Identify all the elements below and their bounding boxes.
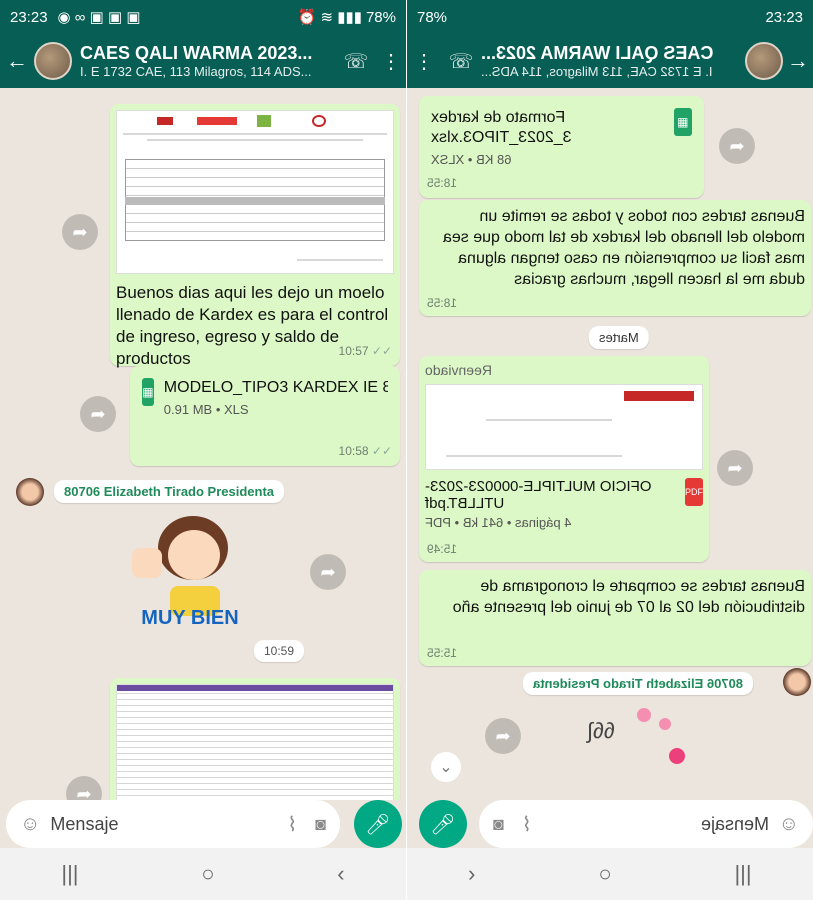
text-message[interactable]: Buenas tardes con todos y todas se remit… [419, 200, 811, 316]
file-meta: 0.91 MB • XLS [163, 402, 249, 417]
forward-icon[interactable]: ➦ [485, 718, 521, 754]
forwarded-label: Reenviado [425, 362, 492, 378]
xls-file-icon: ▦ [142, 378, 154, 406]
group-avatar[interactable] [34, 42, 72, 80]
message-text: Buenas tardes se comparte el cronograma … [452, 578, 805, 616]
sticker-time: 10:59 [254, 640, 305, 662]
back-arrow-icon[interactable]: ← [0, 48, 34, 74]
emoji-icon[interactable]: ☺ [20, 813, 40, 836]
image-message[interactable] [110, 678, 400, 800]
image-message[interactable]: Buenos dias aqui les dejo un moelo llena… [110, 104, 400, 368]
signal-icons: ⏰ ≋ ▮▮▮ [297, 9, 362, 26]
chat-subtitle: I. E 1732 CAE, 113 Milagros, 114 ADS... [481, 64, 713, 79]
forward-icon[interactable]: ➦ [717, 450, 753, 486]
status-bar: 78% 23:23 [407, 0, 813, 34]
sender-name-tag[interactable]: 80706 Elizabeth Tirado Presidenta [54, 480, 285, 503]
mic-icon: 🎤︎ [430, 813, 456, 836]
sender-avatar[interactable] [783, 668, 811, 696]
message-time: 10:58 [338, 444, 369, 458]
read-ticks-icon: ✓✓ [371, 444, 392, 458]
chat-title-block[interactable]: CAES QALI WARMA 2023... I. E 1732 CAE, 1… [80, 43, 336, 79]
back-icon[interactable]: ‹ [337, 861, 344, 887]
message-composer[interactable]: ◙ ⌇ Mensaje ☺ [479, 800, 813, 848]
chat-title: CAES QALI WARMA 2023... [481, 43, 714, 63]
battery-level: 78% [365, 8, 396, 26]
back-icon[interactable]: ‹ [468, 861, 475, 887]
scroll-down-icon[interactable]: ⌄ [431, 752, 461, 782]
message-time: 15:49 [427, 542, 458, 556]
read-ticks-icon: ✓✓ [371, 344, 392, 358]
notification-icons: ◉ ∞ ▣ ▣ ▣ [57, 9, 141, 26]
home-icon[interactable]: ○ [598, 861, 611, 887]
xls-file-icon: ▦ [673, 108, 692, 136]
battery-level: 78% [417, 8, 448, 26]
message-time: 18:55 [427, 296, 458, 310]
sender-avatar[interactable] [16, 478, 44, 506]
file-message[interactable]: ▦ MODELO_TIPO3 KARDEX IE 81024 MIGUEL GR… [130, 366, 400, 466]
left-screen: 23:23 ◉ ∞ ▣ ▣ ▣ ⏰ ≋ ▮▮▮ 78% ← CAES QALI … [0, 0, 406, 900]
message-text: Buenas tardes con todos y todas se remit… [442, 208, 805, 288]
attach-icon[interactable]: ⌇ [522, 812, 532, 837]
file-meta: 4 páginas • 641 kB • PDF [425, 515, 572, 530]
kardex-preview-image[interactable] [116, 110, 394, 274]
camera-icon[interactable]: ◙ [315, 814, 326, 835]
text-message[interactable]: Buenas tardes se comparte el cronograma … [419, 570, 811, 666]
forward-icon[interactable]: ➦ [310, 554, 346, 590]
sticker-caption: MUY BIEN [141, 607, 239, 629]
group-avatar[interactable] [745, 42, 783, 80]
forward-icon[interactable]: ➦ [62, 214, 98, 250]
forwarded-file-message[interactable]: Reenviado OFICIO MULTIPLE-000023-2023-UT… [419, 356, 709, 562]
file-meta: 68 KB • XLSX [431, 152, 512, 167]
message-list[interactable]: Buenos dias aqui les dejo un moelo llena… [0, 88, 406, 800]
recent-apps-icon[interactable]: ||| [61, 861, 78, 887]
chat-header[interactable]: ← CAES QALI WARMA 2023... I. E 1732 CAE,… [0, 34, 406, 88]
forward-icon[interactable]: ➦ [66, 776, 102, 800]
mic-icon: 🎤︎ [365, 813, 391, 836]
spreadsheet-preview-image[interactable] [116, 684, 394, 800]
more-options-icon[interactable]: ⋮ [407, 49, 441, 74]
more-options-icon[interactable]: ⋮ [376, 49, 406, 74]
emoji-icon[interactable]: ☺ [779, 813, 799, 836]
file-name: Formato de kardex 3_2023_TIPO3.xlsx [431, 109, 572, 146]
chat-title-block[interactable]: CAES QALI WARMA 2023... I. E 1732 CAE, 1… [481, 43, 737, 79]
chat-subtitle: I. E 1732 CAE, 113 Milagros, 114 ADS... [80, 64, 312, 79]
add-call-icon[interactable]: ☏ [336, 49, 376, 74]
back-arrow-icon[interactable]: → [783, 48, 813, 74]
status-time: 23:23 [765, 8, 803, 26]
add-call-icon[interactable]: ☏ [441, 49, 481, 74]
message-input[interactable]: Mensaje [701, 814, 769, 835]
message-time: 18:55 [427, 176, 458, 190]
android-nav-bar: ||| ○ ‹ [0, 848, 406, 900]
recent-apps-icon[interactable]: ||| [734, 861, 751, 887]
status-time: 23:23 [10, 8, 48, 26]
mic-button[interactable]: 🎤︎ [419, 800, 467, 848]
message-composer[interactable]: ☺ Mensaje ⌇ ◙ [6, 800, 340, 848]
sticker-flowers[interactable]: ∫∂∂ [577, 698, 707, 788]
status-bar: 23:23 ◉ ∞ ▣ ▣ ▣ ⏰ ≋ ▮▮▮ 78% [0, 0, 406, 34]
sender-name-tag[interactable]: 80706 Elizabeth Tirado Presidenta [523, 672, 754, 695]
file-message[interactable]: Formato de kardex 3_2023_TIPO3.xlsx 68 K… [419, 96, 704, 198]
forward-icon[interactable]: ➦ [80, 396, 116, 432]
mic-button[interactable]: 🎤︎ [354, 800, 402, 848]
right-screen-mirrored: 78% 23:23 ⋮ ☏ CAES QALI WARMA 2023... I.… [407, 0, 813, 900]
message-time: 10:57 [338, 344, 369, 358]
message-input[interactable]: Mensaje [50, 814, 118, 835]
android-nav-bar: ‹ ○ ||| [407, 848, 813, 900]
pdf-preview-image[interactable] [425, 384, 703, 470]
forward-icon[interactable]: ➦ [719, 128, 755, 164]
message-list[interactable]: Formato de kardex 3_2023_TIPO3.xlsx 68 K… [407, 88, 813, 800]
home-icon[interactable]: ○ [201, 861, 214, 887]
file-name: OFICIO MULTIPLE-000023-2023-UTLLBT.pdf [425, 478, 652, 512]
pdf-file-icon: PDF [685, 478, 703, 506]
chat-title: CAES QALI WARMA 2023... [80, 43, 313, 63]
sticker-girl-thumbs-up[interactable]: MUY BIEN [120, 508, 260, 638]
camera-icon[interactable]: ◙ [493, 814, 504, 835]
message-time: 15:55 [427, 646, 458, 660]
file-name: MODELO_TIPO3 KARDEX IE 81024 MIGUEL GRAU… [163, 379, 388, 396]
day-separator: Martes [589, 326, 649, 349]
attach-icon[interactable]: ⌇ [287, 812, 297, 837]
chat-header[interactable]: ⋮ ☏ CAES QALI WARMA 2023... I. E 1732 CA… [407, 34, 813, 88]
